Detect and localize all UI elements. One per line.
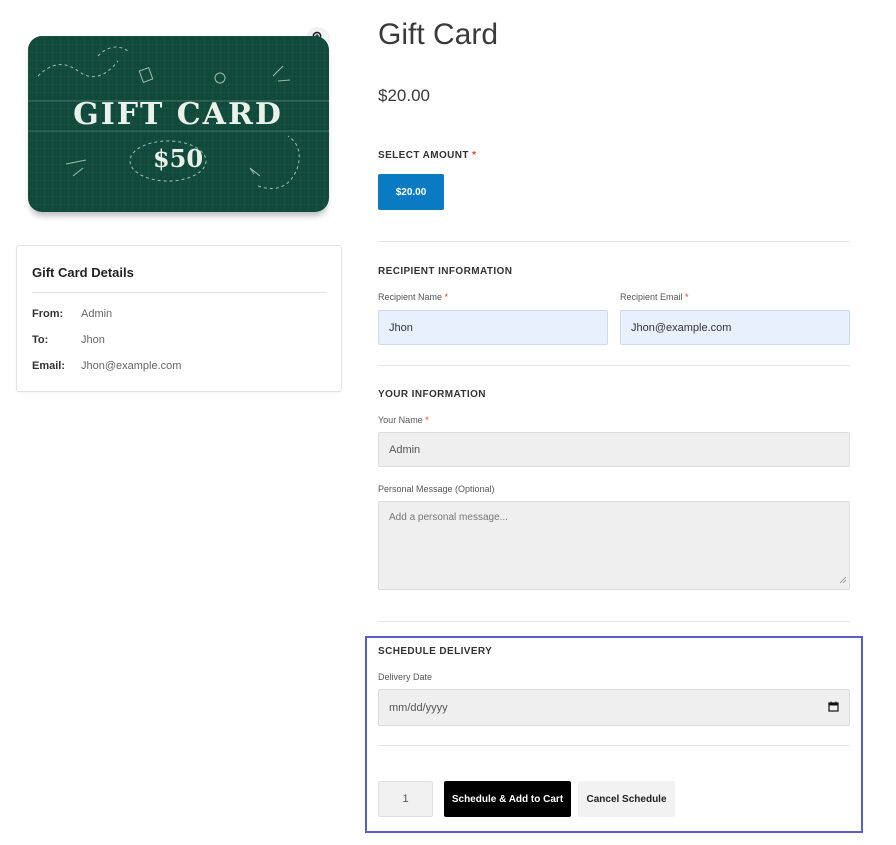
delivery-date-input[interactable]: mm/dd/yyyy xyxy=(378,689,850,726)
your-name-label-text: Your Name xyxy=(378,415,423,425)
detail-key: To: xyxy=(32,334,49,346)
recipient-name-value: Jhon xyxy=(389,321,413,334)
divider xyxy=(378,745,850,746)
detail-key: Email: xyxy=(32,360,66,372)
personal-message-placeholder: Add a personal message... xyxy=(389,512,508,523)
calendar-icon[interactable] xyxy=(828,701,839,715)
divider xyxy=(378,621,850,622)
recipient-email-value: Jhon@example.com xyxy=(631,321,732,334)
details-title: Gift Card Details xyxy=(32,265,134,280)
required-marker: * xyxy=(685,292,689,302)
required-marker: * xyxy=(444,292,449,302)
your-info-section-title: YOUR INFORMATION xyxy=(378,389,486,400)
detail-row-to: To: Jhon xyxy=(32,334,105,346)
personal-message-label: Personal Message (Optional) xyxy=(378,484,495,494)
recipient-email-label: Recipient Email * xyxy=(620,292,689,302)
divider xyxy=(378,365,850,366)
schedule-add-to-cart-button[interactable]: Schedule & Add to Cart xyxy=(444,781,571,817)
product-title: Gift Card xyxy=(378,18,499,51)
gift-card-details-panel: Gift Card Details From: Admin To: Jhon E… xyxy=(16,245,342,392)
resize-grip-icon[interactable] xyxy=(839,576,847,587)
detail-value: Jhon xyxy=(81,334,105,346)
personal-message-textarea[interactable]: Add a personal message... xyxy=(378,501,850,590)
recipient-name-input[interactable]: Jhon xyxy=(378,310,608,345)
recipient-name-label: Recipient Name * xyxy=(378,292,448,302)
quantity-input[interactable]: 1 xyxy=(378,781,433,817)
amount-option-button[interactable]: $20.00 xyxy=(378,174,444,210)
select-amount-text: SELECT AMOUNT xyxy=(378,150,469,161)
your-name-value: Admin xyxy=(389,443,421,456)
recipient-email-label-text: Recipient Email xyxy=(620,292,683,302)
quantity-value: 1 xyxy=(402,793,409,805)
delivery-date-placeholder: mm/dd/yyyy xyxy=(389,701,448,714)
divider xyxy=(378,241,850,242)
recipient-email-input[interactable]: Jhon@example.com xyxy=(620,310,850,345)
product-price: $20.00 xyxy=(378,86,430,105)
detail-value: Jhon@example.com xyxy=(81,360,182,372)
detail-key: From: xyxy=(32,308,64,320)
required-marker: * xyxy=(425,415,429,425)
gift-card-image-amount: $50 xyxy=(153,144,203,173)
cancel-schedule-button[interactable]: Cancel Schedule xyxy=(578,781,675,817)
required-marker: * xyxy=(472,150,477,161)
recipient-section-title: RECIPIENT INFORMATION xyxy=(378,266,513,277)
detail-row-email: Email: Jhon@example.com xyxy=(32,360,181,372)
detail-row-from: From: Admin xyxy=(32,308,112,320)
recipient-name-label-text: Recipient Name xyxy=(378,292,443,302)
gift-card-image-title: GIFT CARD xyxy=(73,97,283,132)
your-name-label: Your Name * xyxy=(378,415,429,425)
your-name-input[interactable]: Admin xyxy=(378,432,850,467)
gift-card-image[interactable]: GIFT CARD $50 xyxy=(28,36,329,212)
detail-value: Admin xyxy=(81,308,113,320)
details-divider xyxy=(32,292,326,293)
schedule-section-title: SCHEDULE DELIVERY xyxy=(378,646,493,657)
select-amount-label: SELECT AMOUNT * xyxy=(378,150,476,161)
delivery-date-label: Delivery Date xyxy=(378,672,433,682)
